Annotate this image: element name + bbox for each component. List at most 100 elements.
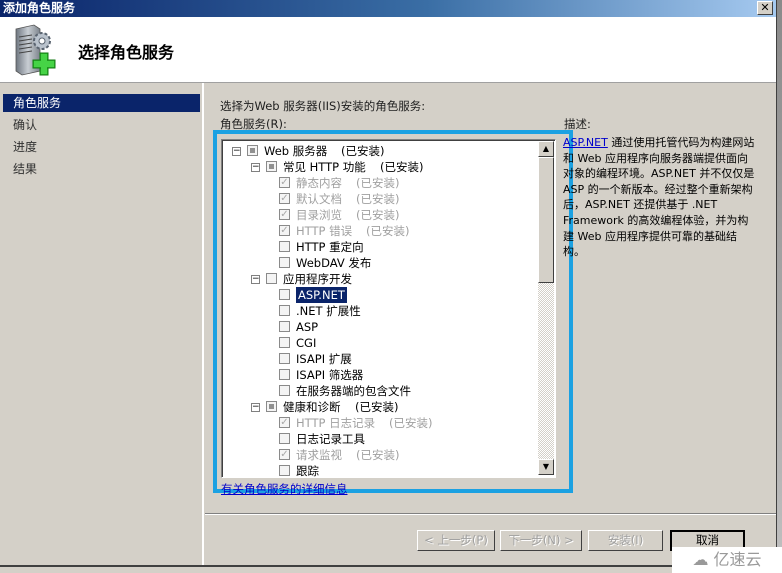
tree-item-status: (已安装) xyxy=(356,448,400,462)
tree-item-label: 在服务器端的包含文件 xyxy=(296,384,411,398)
checkbox[interactable] xyxy=(279,241,290,252)
next-button[interactable]: 下一步(N) > xyxy=(500,530,582,551)
background-strip xyxy=(0,567,782,573)
tree-item-label: HTTP 重定向 xyxy=(296,240,364,254)
vertical-scrollbar[interactable]: ▲ ▼ xyxy=(538,141,554,475)
tree-item[interactable]: 在服务器端的包含文件 xyxy=(222,383,536,399)
collapse-icon[interactable]: − xyxy=(232,147,241,156)
instruction-text: 选择为Web 服务器(IIS)安装的角色服务: xyxy=(220,99,426,113)
tree-item[interactable]: − Web 服务器 (已安装) xyxy=(222,143,536,159)
checkbox[interactable] xyxy=(279,433,290,444)
watermark-text: 亿速云 xyxy=(713,550,762,569)
tree-item-label: 跟踪 xyxy=(296,464,319,478)
tree-item-label: ASP.NET xyxy=(296,287,347,303)
tree-item[interactable]: ✓ 默认文档 (已安装) xyxy=(222,191,536,207)
tree-item[interactable]: ✓ 请求监视 (已安装) xyxy=(222,447,536,463)
checkbox[interactable] xyxy=(266,273,277,284)
button-separator xyxy=(205,513,776,515)
tree-item-status: (已安装) xyxy=(380,160,424,174)
checkbox[interactable] xyxy=(279,289,290,300)
tree-item-label: HTTP 日志记录 xyxy=(296,416,376,430)
tree-item-label: ASP xyxy=(296,320,319,334)
tree-item-label: 日志记录工具 xyxy=(296,432,365,446)
checkbox[interactable] xyxy=(266,161,277,172)
checkbox[interactable]: ✓ xyxy=(279,177,290,188)
tree-item[interactable]: .NET 扩展性 xyxy=(222,303,536,319)
tree-item-status: (已安装) xyxy=(356,208,400,222)
cloud-logo-icon: ☁ xyxy=(692,550,709,569)
watermark: ☁ 亿速云 xyxy=(672,547,782,573)
description-text: 通过使用托管代码为构建网站和 Web 应用程序向服务器端提供面向对象的编程环境。… xyxy=(563,136,755,259)
close-icon: ✕ xyxy=(760,1,770,14)
tree-item[interactable]: − 常见 HTTP 功能 (已安装) xyxy=(222,159,536,175)
checkbox[interactable] xyxy=(279,465,290,476)
nav-item-progress[interactable]: 进度 xyxy=(3,138,200,156)
close-button[interactable]: ✕ xyxy=(757,1,773,15)
tree-item-label: 请求监视 xyxy=(296,448,342,462)
arrow-up-icon: ▲ xyxy=(542,144,550,153)
checkbox[interactable] xyxy=(279,337,290,348)
tree-item-label: 默认文档 xyxy=(296,192,342,206)
tree-item-status: (已安装) xyxy=(366,224,410,238)
checkbox[interactable] xyxy=(247,145,258,156)
title-bar: 添加角色服务 ✕ xyxy=(0,0,776,17)
tree-item[interactable]: − 应用程序开发 xyxy=(222,271,536,287)
nav-item-confirm[interactable]: 确认 xyxy=(3,116,200,134)
tree-item-status: (已安装) xyxy=(356,192,400,206)
checkbox[interactable]: ✓ xyxy=(279,449,290,460)
window-title: 添加角色服务 xyxy=(3,1,76,15)
checkbox[interactable] xyxy=(266,401,277,412)
arrow-down-icon: ▼ xyxy=(542,462,550,471)
tree-item[interactable]: ISAPI 筛选器 xyxy=(222,367,536,383)
checkbox[interactable]: ✓ xyxy=(279,193,290,204)
tree-item[interactable]: ASP xyxy=(222,319,536,335)
tree-item-label: ISAPI 扩展 xyxy=(296,352,352,366)
collapse-icon[interactable]: − xyxy=(251,163,260,172)
server-add-icon xyxy=(15,24,56,76)
collapse-icon[interactable]: − xyxy=(251,403,260,412)
checkbox[interactable]: ✓ xyxy=(279,225,290,236)
tree-item[interactable]: ✓ 目录浏览 (已安装) xyxy=(222,207,536,223)
wizard-steps-nav: 角色服务 确认 进度 结果 xyxy=(0,83,204,565)
tree-item[interactable]: ASP.NET xyxy=(222,287,536,303)
install-button[interactable]: 安装(I) xyxy=(588,530,663,551)
scroll-up-button[interactable]: ▲ xyxy=(538,141,554,157)
tree-item-status: (已安装) xyxy=(341,144,385,158)
tree-item[interactable]: − 健康和诊断 (已安装) xyxy=(222,399,536,415)
tree-item[interactable]: 日志记录工具 xyxy=(222,431,536,447)
checkbox[interactable] xyxy=(279,321,290,332)
tree-item-label: 目录浏览 xyxy=(296,208,342,222)
tree-item-label: 健康和诊断 xyxy=(283,400,341,414)
nav-item-results[interactable]: 结果 xyxy=(3,160,200,178)
tree-item-label: .NET 扩展性 xyxy=(296,304,361,318)
checkbox[interactable]: ✓ xyxy=(279,417,290,428)
scroll-thumb[interactable] xyxy=(538,157,554,283)
tree-item-label: HTTP 错误 xyxy=(296,224,353,238)
scroll-down-button[interactable]: ▼ xyxy=(538,459,554,475)
tree-item[interactable]: 跟踪 xyxy=(222,463,536,478)
nav-item-role-services[interactable]: 角色服务 xyxy=(3,94,200,112)
tree-item[interactable]: CGI xyxy=(222,335,536,351)
description-panel: ASP.NET 通过使用托管代码为构建网站和 Web 应用程序向服务器端提供面向… xyxy=(563,135,758,260)
more-info-link[interactable]: 有关角色服务的详细信息 xyxy=(221,481,348,497)
checkbox[interactable] xyxy=(279,305,290,316)
page-title: 选择角色服务 xyxy=(78,43,175,62)
role-services-tree[interactable]: 跟踪 ✓ 请求监视 (已安装) 日志记录工具 ✓ HTTP 日志记录 (已安装) − 健康和诊断 (… xyxy=(221,139,556,478)
back-button[interactable]: < 上一步(P) xyxy=(417,530,495,551)
tree-item-label: ISAPI 筛选器 xyxy=(296,368,364,382)
collapse-icon[interactable]: − xyxy=(251,275,260,284)
checkbox[interactable] xyxy=(279,369,290,380)
tree-item[interactable]: WebDAV 发布 xyxy=(222,255,536,271)
tree-item[interactable]: ✓ HTTP 日志记录 (已安装) xyxy=(222,415,536,431)
tree-item[interactable]: ISAPI 扩展 xyxy=(222,351,536,367)
checkbox[interactable]: ✓ xyxy=(279,209,290,220)
tree-item-label: 静态内容 xyxy=(296,176,342,190)
checkbox[interactable] xyxy=(279,257,290,268)
tree-item[interactable]: HTTP 重定向 xyxy=(222,239,536,255)
tree-item[interactable]: ✓ 静态内容 (已安装) xyxy=(222,175,536,191)
checkbox[interactable] xyxy=(279,353,290,364)
tree-item-status: (已安装) xyxy=(355,400,399,414)
description-link[interactable]: ASP.NET xyxy=(563,136,608,149)
checkbox[interactable] xyxy=(279,385,290,396)
tree-item[interactable]: ✓ HTTP 错误 (已安装) xyxy=(222,223,536,239)
